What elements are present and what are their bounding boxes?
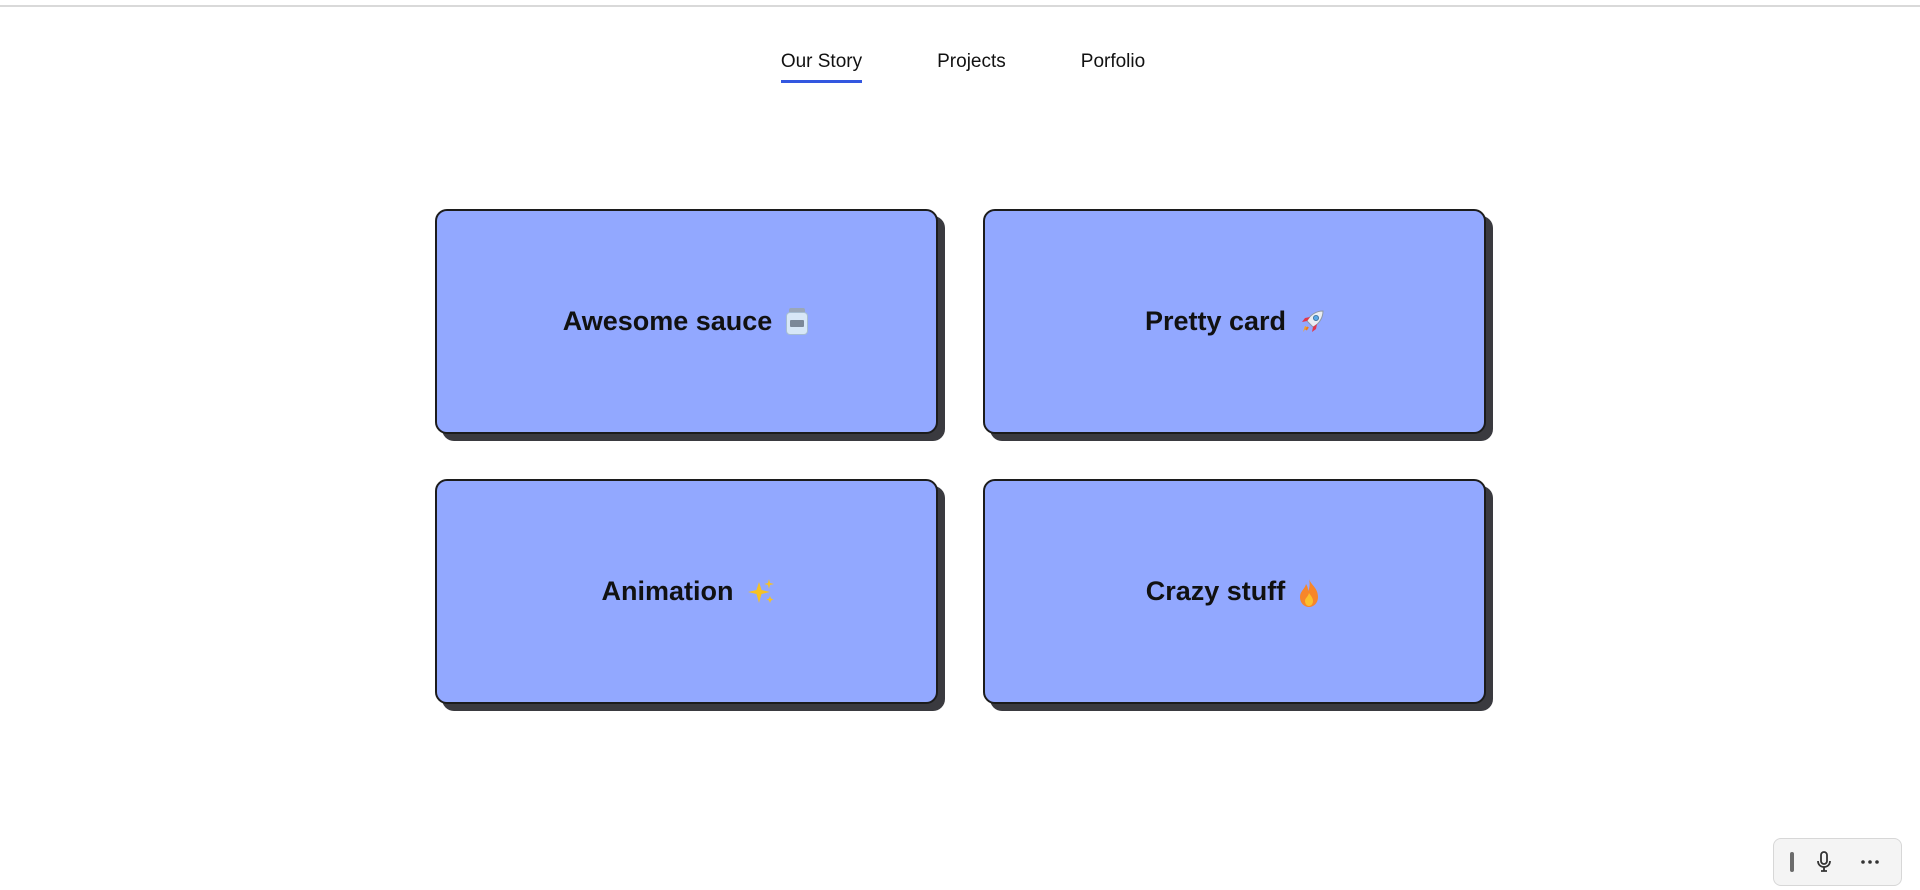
top-nav: Our Story Projects Porfolio (0, 50, 1920, 83)
card-title-text: Crazy stuff (1145, 576, 1286, 606)
sparkles-icon (746, 578, 774, 606)
rocket-icon (1298, 308, 1324, 336)
more-icon[interactable] (1855, 847, 1885, 877)
card-awesome-sauce[interactable]: Awesome sauce (435, 209, 938, 434)
card-animation[interactable]: Animation (435, 479, 938, 704)
card-title-text: Animation (601, 576, 734, 606)
top-divider (0, 0, 1920, 7)
floating-toolbar (1773, 838, 1902, 886)
jar-icon (784, 307, 810, 336)
tab-our-story[interactable]: Our Story (780, 50, 863, 83)
card-grid: Awesome sauce Pretty card Animation Craz… (435, 209, 1487, 706)
card-title-text: Awesome sauce (562, 306, 773, 336)
card-title: Awesome sauce (563, 306, 811, 337)
tab-portfolio[interactable]: Porfolio (1081, 50, 1145, 83)
fire-icon (1297, 578, 1323, 607)
grip-icon[interactable] (1789, 852, 1794, 872)
card-title-text: Pretty card (1144, 306, 1287, 336)
card-crazy-stuff[interactable]: Crazy stuff (983, 479, 1486, 704)
card-pretty-card[interactable]: Pretty card (983, 209, 1486, 434)
card-title: Crazy stuff (1146, 576, 1324, 607)
card-title: Pretty card (1145, 306, 1324, 337)
microphone-icon[interactable] (1809, 847, 1839, 877)
tab-projects[interactable]: Projects (937, 50, 1006, 83)
card-title: Animation (601, 576, 774, 607)
